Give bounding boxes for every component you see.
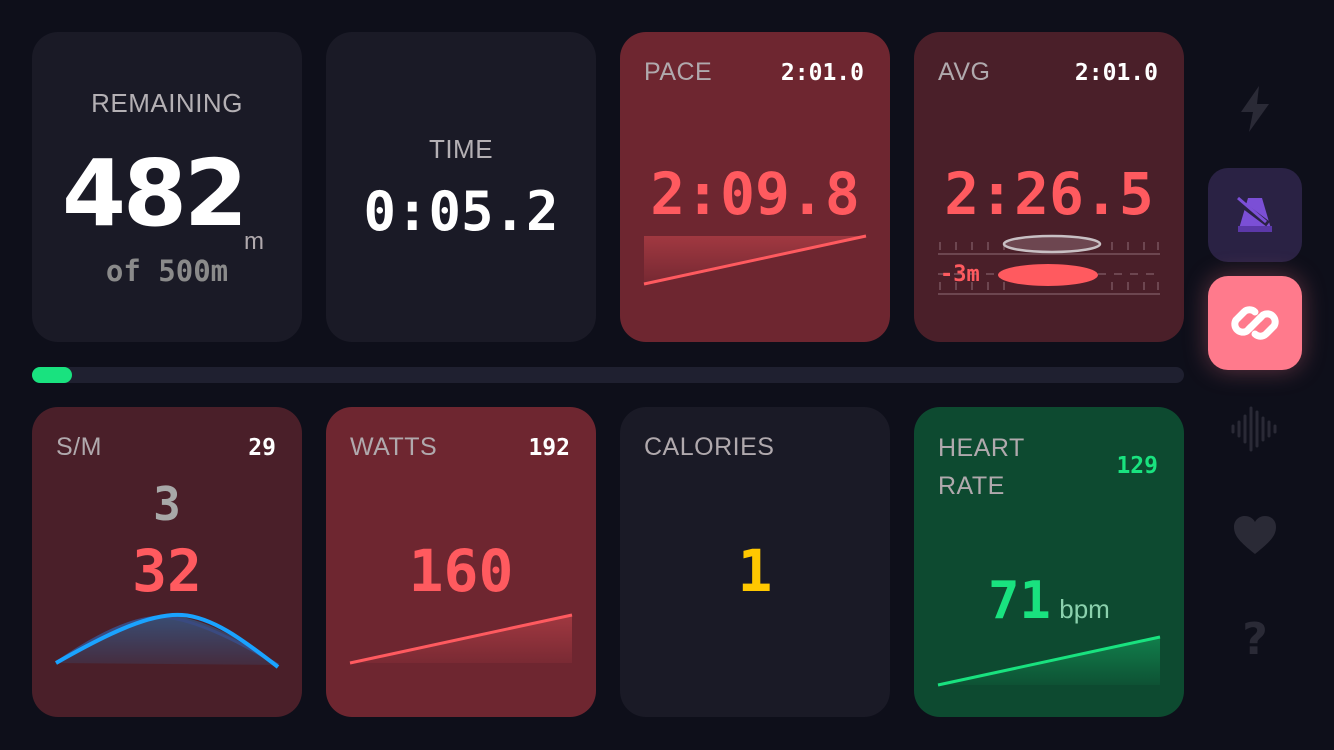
sidebar-item-power[interactable] (1208, 62, 1302, 156)
heart-rate-trend-chart (937, 635, 1161, 687)
waveform-icon (1231, 406, 1277, 452)
sidebar-item-link[interactable] (1208, 276, 1302, 370)
time-tile: TIME 0:05.2 (326, 32, 596, 342)
workout-progress-bar (32, 367, 1184, 383)
remaining-total: of 500m (105, 254, 229, 288)
heart-icon (1234, 516, 1276, 554)
sidebar-item-audio[interactable] (1208, 382, 1302, 476)
calories-value: 1 (737, 537, 773, 605)
metronome-icon (1234, 196, 1272, 232)
watts-tile: WATTS 192 160 (326, 407, 596, 717)
time-label: TIME (428, 134, 494, 164)
remaining-value: 482 (62, 140, 248, 247)
stroke-curve-chart (55, 612, 280, 669)
avg-delta: -3m (940, 262, 980, 287)
race-lanes-graphic (938, 234, 1160, 295)
lightning-icon (1241, 86, 1269, 132)
remaining-tile: REMAINING 482 m of 500m (32, 32, 302, 342)
calories-label: CALORIES (644, 433, 775, 461)
sidebar-item-heart-rate[interactable] (1208, 488, 1302, 582)
link-icon (1231, 306, 1279, 340)
user-boat-icon (998, 264, 1098, 286)
help-icon: ? (1242, 613, 1268, 665)
watts-trend-chart (349, 613, 573, 665)
time-value: 0:05.2 (363, 180, 559, 243)
target-boat-icon (1002, 234, 1102, 254)
pace-trend-chart (643, 234, 867, 286)
stroke-rate-tile: S/M 29 3 32 (32, 407, 302, 717)
sidebar-item-help[interactable]: ? (1208, 592, 1302, 686)
calories-tile: CALORIES 1 (620, 407, 890, 717)
pace-tile: PACE 2:01.0 2:09.8 (620, 32, 890, 342)
remaining-unit: m (244, 228, 264, 255)
heart-rate-tile: HEART RATE 129 71 bpm (914, 407, 1184, 717)
sidebar-item-metronome[interactable] (1208, 168, 1302, 262)
workout-progress-fill (32, 367, 73, 383)
avg-tile: AVG 2:01.0 2:26.5 -3m (914, 32, 1184, 342)
remaining-label: REMAINING (91, 88, 243, 118)
